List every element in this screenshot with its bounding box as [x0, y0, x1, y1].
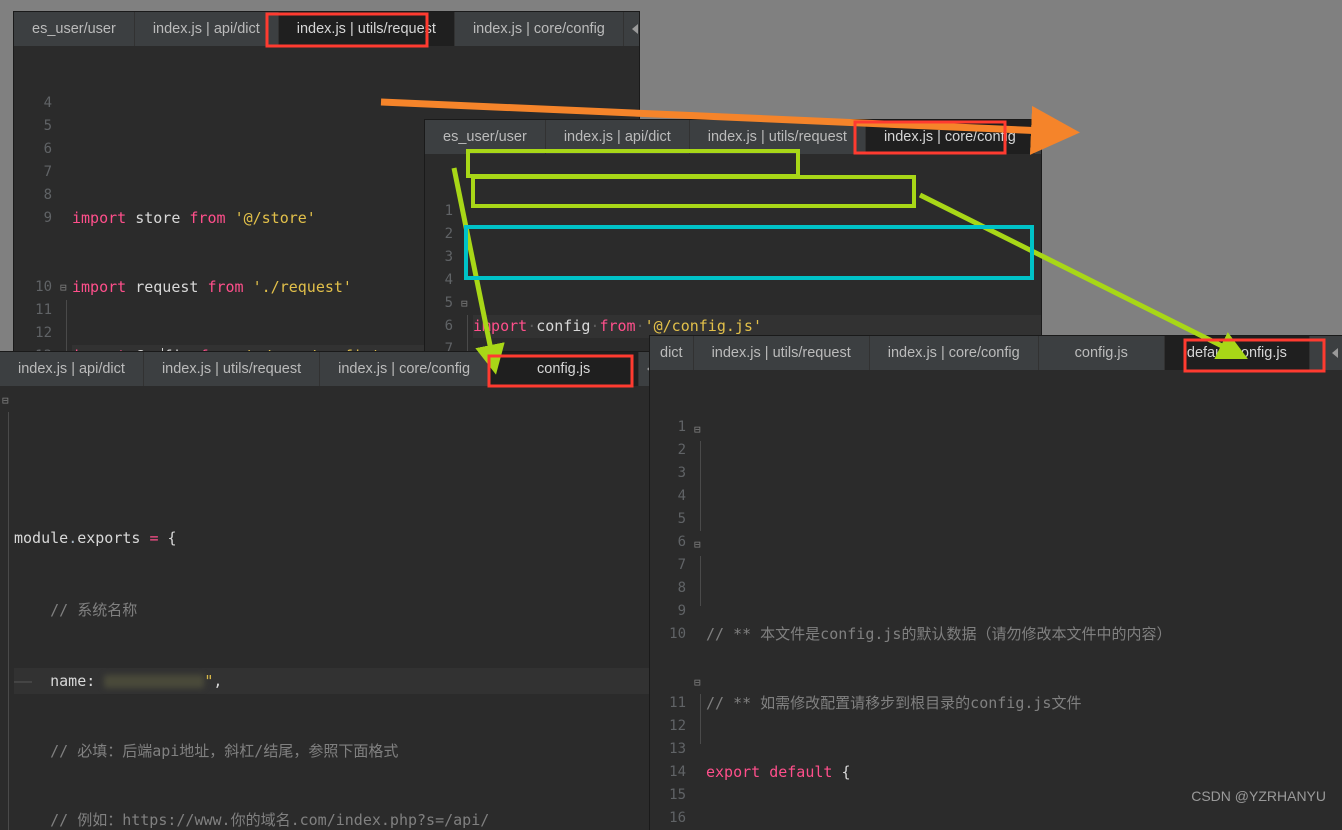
- tab-label: index.js | utils/request: [296, 21, 436, 37]
- tab-label: config.js: [1074, 345, 1128, 361]
- code-line: // ** 本文件是config.js的默认数据（请勿修改本文件中的内容）: [706, 625, 1172, 643]
- fold-marker[interactable]: ⊟: [461, 292, 468, 315]
- tab-label: index.js | core/config: [338, 361, 471, 377]
- tab-label: index.js | utils/request: [711, 345, 851, 361]
- tab-utils-request[interactable]: index.js | utils/request: [278, 12, 455, 46]
- tabbar-utils-request[interactable]: es_user/user index.js | api/dict index.j…: [14, 12, 639, 46]
- tab-label: index.js | core/config: [887, 345, 1020, 361]
- tab-api-dict[interactable]: index.js | api/dict: [545, 120, 690, 154]
- tab-label: defaultConfig.js: [1186, 345, 1287, 361]
- tabbar-default-config-js[interactable]: dict index.js | utils/request index.js |…: [650, 336, 1342, 370]
- scroll-left-icon[interactable]: [1332, 348, 1338, 358]
- fold-marker[interactable]: ⊟: [694, 533, 701, 556]
- code-line: // ** 如需修改配置请移步到根目录的config.js文件: [706, 694, 1082, 712]
- tab-es-user-user[interactable]: es_user/user: [14, 12, 135, 46]
- code-lines: module.exports = { // 系统名称 —— name: ", /…: [14, 478, 652, 830]
- code-line: import·config·from·'@/config.js': [473, 315, 1041, 338]
- tabbar-config-js[interactable]: index.js | api/dict index.js | utils/req…: [0, 352, 652, 386]
- tab-api-dict[interactable]: index.js | api/dict: [134, 12, 279, 46]
- code-line: —— name: ",: [14, 668, 652, 694]
- tab-es-user-user[interactable]: es_user/user: [425, 120, 546, 154]
- tab-api-dict[interactable]: index.js | api/dict: [0, 352, 144, 386]
- tab-api-dict[interactable]: dict: [650, 336, 694, 370]
- tab-utils-request[interactable]: index.js | utils/request: [693, 336, 870, 370]
- tabbar-core-config[interactable]: es_user/user index.js | api/dict index.j…: [425, 120, 1041, 154]
- line-numbers: 456789 1011121314151617: [35, 95, 52, 380]
- tab-label: index.js | api/dict: [152, 21, 260, 37]
- watermark: CSDN @YZRHANYU: [1191, 788, 1326, 804]
- line-numbers: 12345678910 11121314151617181920: [669, 419, 686, 826]
- tab-label: index.js | api/dict: [563, 129, 671, 145]
- tab-core-config[interactable]: index.js | core/config: [869, 336, 1039, 370]
- panel-default-config-js: dict index.js | utils/request index.js |…: [650, 336, 1342, 830]
- fold-marker[interactable]: ⊟: [694, 418, 701, 441]
- tab-label: es_user/user: [443, 129, 527, 145]
- tab-default-config-js[interactable]: defaultConfig.js: [1164, 336, 1310, 370]
- scroll-left-icon[interactable]: [631, 24, 638, 34]
- tab-label: es_user/user: [32, 21, 116, 37]
- fold-marker[interactable]: ⊟: [2, 389, 9, 412]
- tab-scroll-arrows[interactable]: [1034, 120, 1041, 154]
- tab-label: index.js | core/config: [472, 21, 605, 37]
- panel-config-js: index.js | api/dict index.js | utils/req…: [0, 352, 652, 830]
- tab-label: index.js | utils/request: [707, 129, 847, 145]
- tab-scroll-arrows[interactable]: [1328, 336, 1342, 370]
- fold-marker[interactable]: ⊟: [694, 671, 701, 694]
- fold-marker[interactable]: ⊟: [60, 276, 67, 299]
- editor-default-config-js[interactable]: 12345678910 11121314151617181920 ⊟ ⊟ ⊟ /…: [650, 370, 1342, 830]
- editor-config-js[interactable]: ⊟ module.exports = { // 系统名称 —— name: ",…: [0, 386, 652, 830]
- tab-label: config.js: [537, 361, 591, 377]
- tab-utils-request[interactable]: index.js | utils/request: [689, 120, 866, 154]
- tab-utils-request[interactable]: index.js | utils/request: [143, 352, 321, 386]
- tab-label: index.js | core/config: [883, 129, 1016, 145]
- tab-core-config[interactable]: index.js | core/config: [865, 120, 1035, 154]
- code-line: // 系统名称: [50, 601, 138, 619]
- tab-core-config[interactable]: index.js | core/config: [454, 12, 624, 46]
- indent-guide: [8, 412, 9, 830]
- code-line: module.exports = {: [14, 529, 177, 547]
- line-numbers: 123456789: [444, 203, 453, 370]
- tab-core-config[interactable]: index.js | core/config: [320, 352, 490, 386]
- tab-label: index.js | utils/request: [161, 361, 302, 377]
- code-line: export default {: [706, 763, 851, 781]
- tab-scroll-arrows[interactable]: [623, 12, 639, 46]
- indent-guide: [700, 441, 701, 531]
- tab-config-js[interactable]: config.js: [489, 352, 640, 386]
- indent-guide: [700, 556, 701, 606]
- code-line: // 例如：https://www.你的域名.com/index.php?s=/…: [50, 811, 490, 829]
- code-line: // 必填：后端api地址，斜杠/结尾，参照下面格式: [50, 742, 399, 760]
- indent-guide: [700, 694, 701, 744]
- tab-label: dict: [660, 345, 683, 361]
- tab-label: index.js | api/dict: [18, 361, 125, 377]
- panel-core-config: es_user/user index.js | api/dict index.j…: [425, 120, 1041, 370]
- tab-config-js[interactable]: config.js: [1038, 336, 1165, 370]
